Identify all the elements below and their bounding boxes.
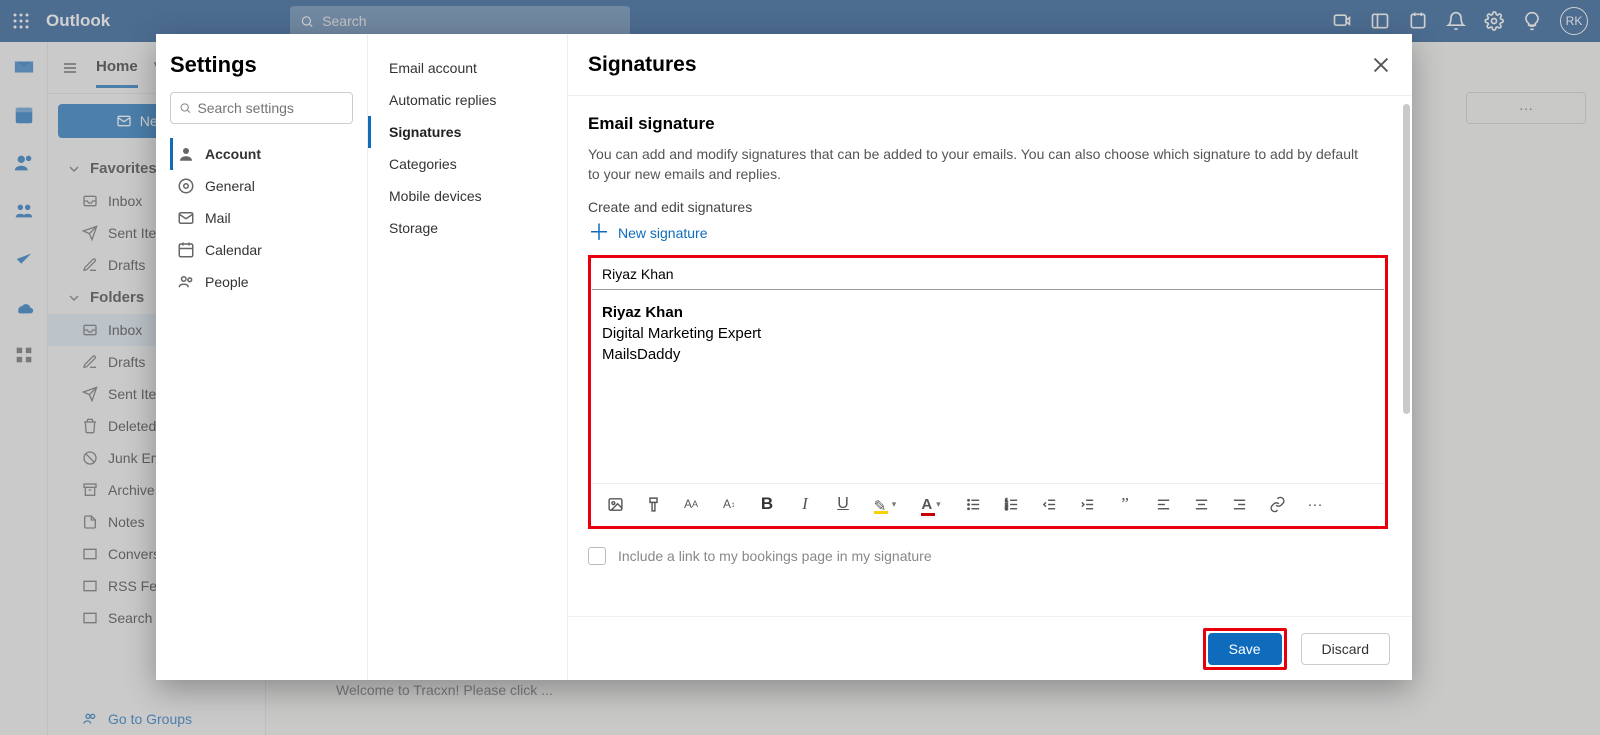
- svg-text:3: 3: [1005, 506, 1008, 512]
- settings-sub-column: Email account Automatic replies Signatur…: [368, 34, 568, 680]
- cat-mail[interactable]: Mail: [170, 202, 353, 234]
- settings-search-input[interactable]: [197, 100, 344, 116]
- editor-toolbar: AA A↕ B I U ✎▾ A▾ 123 ” ···: [592, 483, 1384, 525]
- sub-signatures[interactable]: Signatures: [368, 116, 567, 148]
- font-color-icon[interactable]: A▾: [918, 495, 944, 513]
- highlight-color-icon[interactable]: ✎▾: [872, 495, 898, 513]
- panel-body: Email signature You can add and modify s…: [568, 96, 1412, 616]
- italic-icon[interactable]: I: [796, 495, 814, 513]
- settings-title: Settings: [170, 52, 353, 78]
- signature-name-input[interactable]: [592, 259, 1384, 290]
- save-button[interactable]: Save: [1208, 633, 1282, 665]
- include-bookings-row[interactable]: Include a link to my bookings page in my…: [588, 547, 1388, 565]
- settings-search[interactable]: [170, 92, 353, 124]
- indent-icon[interactable]: [1078, 495, 1096, 513]
- discard-button[interactable]: Discard: [1301, 633, 1390, 665]
- panel-footer: Save Discard: [568, 616, 1412, 680]
- bold-icon[interactable]: B: [758, 495, 776, 513]
- save-highlight: Save: [1203, 628, 1287, 670]
- font-family-icon[interactable]: AA: [682, 495, 700, 513]
- new-signature-label: New signature: [618, 225, 708, 241]
- cat-people[interactable]: People: [170, 266, 353, 298]
- more-format-icon[interactable]: ···: [1306, 495, 1324, 513]
- scrollbar-thumb[interactable]: [1403, 104, 1410, 414]
- cat-general[interactable]: General: [170, 170, 353, 202]
- section-heading: Email signature: [588, 114, 1388, 134]
- insert-link-icon[interactable]: [1268, 495, 1286, 513]
- sub-mobile[interactable]: Mobile devices: [368, 180, 567, 212]
- signature-editor[interactable]: Riyaz Khan Digital Marketing Expert Mail…: [592, 290, 1384, 483]
- settings-modal: Settings Account General Mail Calendar P…: [156, 34, 1412, 680]
- settings-detail-panel: Signatures Email signature You can add a…: [568, 34, 1412, 680]
- align-center-icon[interactable]: [1192, 495, 1210, 513]
- sub-auto-replies[interactable]: Automatic replies: [368, 84, 567, 116]
- sig-line-1: Riyaz Khan: [602, 302, 1374, 323]
- sig-line-3: MailsDaddy: [602, 344, 1374, 365]
- cat-account[interactable]: Account: [170, 138, 353, 170]
- settings-left-column: Settings Account General Mail Calendar P…: [156, 34, 368, 680]
- panel-title: Signatures: [588, 53, 697, 77]
- include-bookings-label: Include a link to my bookings page in my…: [618, 548, 932, 564]
- underline-icon[interactable]: U: [834, 495, 852, 513]
- align-right-icon[interactable]: [1230, 495, 1248, 513]
- outdent-icon[interactable]: [1040, 495, 1058, 513]
- format-painter-icon[interactable]: [644, 495, 662, 513]
- align-left-icon[interactable]: [1154, 495, 1172, 513]
- number-list-icon[interactable]: 123: [1002, 495, 1020, 513]
- bullet-list-icon[interactable]: [964, 495, 982, 513]
- sub-categories[interactable]: Categories: [368, 148, 567, 180]
- new-signature-button[interactable]: ＋ New signature: [588, 225, 1388, 241]
- include-bookings-checkbox[interactable]: [588, 547, 606, 565]
- sub-email-account[interactable]: Email account: [368, 52, 567, 84]
- sub-storage[interactable]: Storage: [368, 212, 567, 244]
- quote-icon[interactable]: ”: [1116, 495, 1134, 513]
- panel-header: Signatures: [568, 34, 1412, 96]
- section-subtext: Create and edit signatures: [588, 199, 1388, 215]
- signature-editor-highlight: Riyaz Khan Digital Marketing Expert Mail…: [588, 255, 1388, 529]
- cat-calendar[interactable]: Calendar: [170, 234, 353, 266]
- sig-line-2: Digital Marketing Expert: [602, 323, 1374, 344]
- font-size-icon[interactable]: A↕: [720, 495, 738, 513]
- close-icon[interactable]: [1370, 54, 1392, 76]
- insert-image-icon[interactable]: [606, 495, 624, 513]
- section-description: You can add and modify signatures that c…: [588, 144, 1358, 185]
